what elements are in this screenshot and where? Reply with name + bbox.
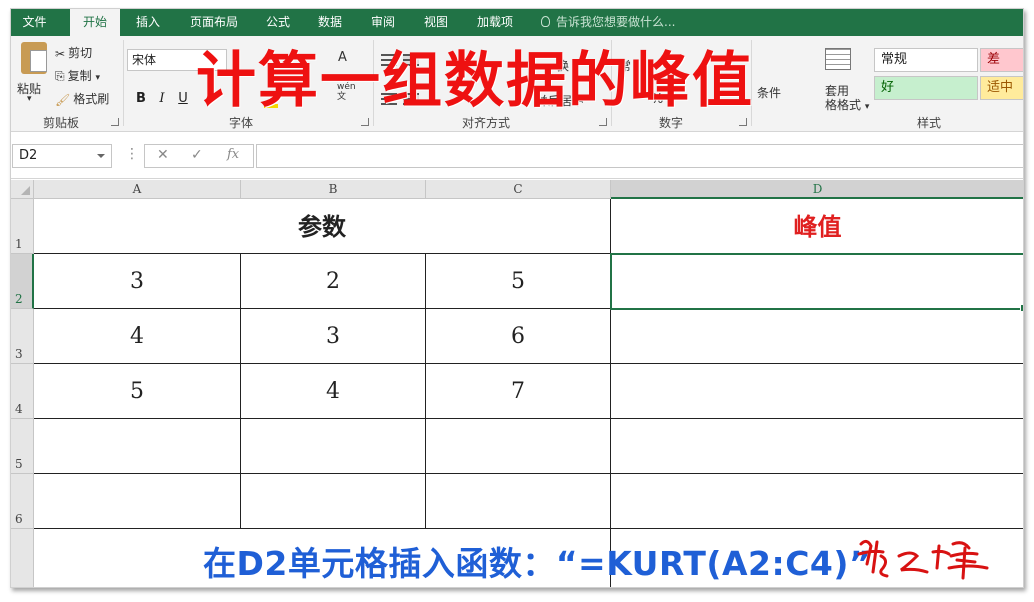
row-number: 3: [15, 347, 23, 361]
cell-c2[interactable]: 5: [426, 254, 611, 309]
row-header-3[interactable]: 3: [11, 309, 34, 364]
cell-b4[interactable]: 4: [241, 364, 426, 419]
column-header-c[interactable]: C: [426, 180, 611, 199]
row-number: 5: [15, 457, 23, 471]
cell-a4[interactable]: 5: [34, 364, 241, 419]
select-all-corner[interactable]: [11, 180, 34, 199]
signature-logo: [857, 539, 989, 580]
format-painter-label: 格式刷: [73, 92, 110, 106]
table-grid-icon: [825, 48, 851, 70]
cell-b3[interactable]: 3: [241, 309, 426, 364]
row-number: 1: [15, 237, 23, 251]
tab-home[interactable]: 开始: [70, 9, 120, 37]
italic-button[interactable]: I: [152, 89, 172, 109]
row-number: 2: [15, 292, 23, 306]
style-bad[interactable]: 差: [980, 48, 1023, 72]
enter-icon[interactable]: ✓: [191, 147, 203, 163]
chevron-down-icon: [97, 154, 105, 158]
bold-button[interactable]: B: [131, 89, 151, 109]
conditional-format-label: 条件: [757, 86, 782, 100]
row-number: 6: [15, 512, 23, 526]
copy-icon: ⎘: [55, 69, 65, 83]
cell-b5[interactable]: [241, 419, 426, 474]
row-header-7[interactable]: [11, 529, 34, 587]
cancel-icon[interactable]: ✕: [157, 147, 169, 163]
row-header-6[interactable]: 6: [11, 474, 34, 529]
column-header-d[interactable]: D: [611, 180, 1023, 199]
paste-button[interactable]: 粘贴 ▾: [13, 36, 53, 112]
number-launcher-icon[interactable]: [739, 118, 747, 126]
more-dots-icon: ⋮: [125, 146, 139, 162]
style-good[interactable]: 好: [874, 76, 978, 100]
font-launcher-icon[interactable]: [361, 118, 369, 126]
cell-d6[interactable]: [611, 474, 1023, 529]
column-header-b[interactable]: B: [241, 180, 426, 199]
row-number: 4: [15, 402, 23, 416]
scissors-icon: ✂: [55, 46, 66, 61]
format-as-table-button-2[interactable]: 格格式 ▾: [825, 96, 869, 113]
alignment-launcher-icon[interactable]: [599, 118, 607, 126]
cell-a2[interactable]: 3: [34, 254, 241, 309]
cell-a5[interactable]: [34, 419, 241, 474]
clipboard-launcher-icon[interactable]: [111, 118, 119, 126]
cell-a1-merged[interactable]: 参数: [34, 199, 611, 254]
cell-d1[interactable]: 峰值: [611, 199, 1023, 254]
conditional-format-button[interactable]: 条件: [757, 84, 781, 101]
formula-bar: D2 ⋮ ✕ ✓ fx: [11, 133, 1023, 179]
brush-icon: 🖌: [55, 92, 71, 107]
format-as-table-label: 格格式: [825, 98, 862, 112]
lightbulb-icon: [541, 16, 550, 27]
underline-button[interactable]: U: [173, 89, 193, 109]
cell-c4[interactable]: 7: [426, 364, 611, 419]
active-cell-selection: [610, 253, 1023, 312]
cell-b2[interactable]: 2: [241, 254, 426, 309]
name-box-value: D2: [19, 148, 38, 163]
cell-b6[interactable]: [241, 474, 426, 529]
cell-d5[interactable]: [611, 419, 1023, 474]
tab-insert[interactable]: 插入: [123, 9, 173, 36]
chevron-down-icon: ▾: [27, 94, 32, 104]
group-label-styles: 样式: [916, 116, 941, 130]
cell-c5[interactable]: [426, 419, 611, 474]
style-neutral[interactable]: 适中: [980, 76, 1023, 100]
row-header-1[interactable]: 1: [11, 199, 34, 254]
divider: [123, 40, 124, 126]
cell-d3[interactable]: [611, 309, 1023, 364]
group-label-clipboard: 剪贴板: [42, 116, 79, 130]
row-header-5[interactable]: 5: [11, 419, 34, 474]
cell-c6[interactable]: [426, 474, 611, 529]
cell-d4[interactable]: [611, 364, 1023, 419]
style-normal[interactable]: 常规: [874, 48, 978, 72]
worksheet-grid: A B C D 1 2 3 4 5 6 参数 峰值 3 2 5 4 3 6 5 …: [11, 180, 1023, 587]
cell-a6[interactable]: [34, 474, 241, 529]
paste-icon: [21, 42, 47, 74]
formula-input[interactable]: [256, 144, 1023, 168]
format-painter-button[interactable]: 🖌 格式刷: [55, 90, 109, 107]
tell-me-text: 告诉我您想要做什么...: [556, 15, 676, 29]
copy-button[interactable]: ⎘ 复制 ▾: [55, 67, 100, 84]
row-header-2[interactable]: 2: [11, 254, 34, 309]
excel-window: 文件 开始 插入 页面布局 公式 数据 审阅 视图 加载项 告诉我您想要做什么.…: [10, 8, 1024, 588]
copy-label: 复制: [67, 69, 92, 83]
overlay-title: 计算一组数据的峰值: [196, 46, 754, 116]
formula-buttons: ✕ ✓ fx: [144, 144, 254, 168]
cell-a3[interactable]: 4: [34, 309, 241, 364]
cut-button[interactable]: ✂ 剪切: [55, 44, 92, 61]
tab-file[interactable]: 文件: [11, 9, 58, 36]
row-header-4[interactable]: 4: [11, 364, 34, 419]
insert-function-icon[interactable]: fx: [227, 147, 239, 162]
cut-label: 剪切: [68, 46, 93, 60]
column-header-a[interactable]: A: [34, 180, 241, 199]
cell-c3[interactable]: 6: [426, 309, 611, 364]
instruction-note: 在D2单元格插入函数：“=KURT(A2:C4)”: [203, 544, 872, 583]
name-box[interactable]: D2: [12, 144, 112, 168]
